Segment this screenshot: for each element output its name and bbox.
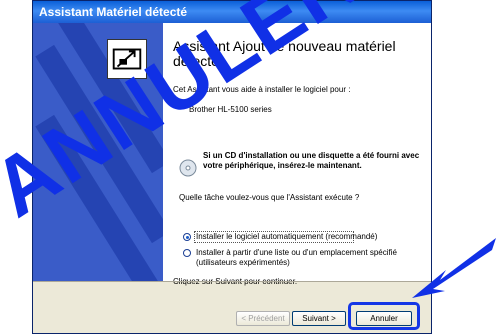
device-name: Brother HL-5100 series: [189, 105, 272, 114]
question-text: Quelle tâche voulez-vous que l'Assistant…: [179, 193, 360, 202]
continue-hint: Cliquez sur Suivant pour continuer.: [173, 277, 413, 287]
next-button[interactable]: Suivant >: [292, 311, 346, 326]
radio-install-from-list[interactable]: [183, 249, 191, 257]
radio-install-automatic[interactable]: [183, 233, 191, 241]
cancel-button[interactable]: Annuler: [356, 311, 412, 326]
intro-text: Cet Assistant vous aide à installer le l…: [173, 85, 351, 94]
wizard-window: Assistant Matériel détecté Assistant Ajo…: [32, 0, 432, 334]
title-bar[interactable]: Assistant Matériel détecté: [33, 1, 431, 23]
page-title: Assistant Ajout de nouveau matériel déte…: [173, 38, 396, 69]
cd-instructions: Si un CD d'installation ou une disquette…: [203, 151, 420, 170]
hardware-wizard-icon: [107, 39, 147, 79]
window-title: Assistant Matériel détecté: [39, 5, 188, 19]
option-from-list-label[interactable]: Installer à partir d'une liste ou d'un e…: [196, 248, 424, 268]
option-automatic-label[interactable]: Installer le logiciel automatiquement (r…: [196, 232, 406, 242]
previous-button[interactable]: < Précédent: [236, 311, 290, 326]
wizard-side-panel: [33, 23, 163, 281]
wizard-content: Assistant Ajout de nouveau matériel déte…: [163, 23, 431, 286]
footer-divider: [33, 281, 431, 282]
cd-icon: [179, 159, 197, 177]
